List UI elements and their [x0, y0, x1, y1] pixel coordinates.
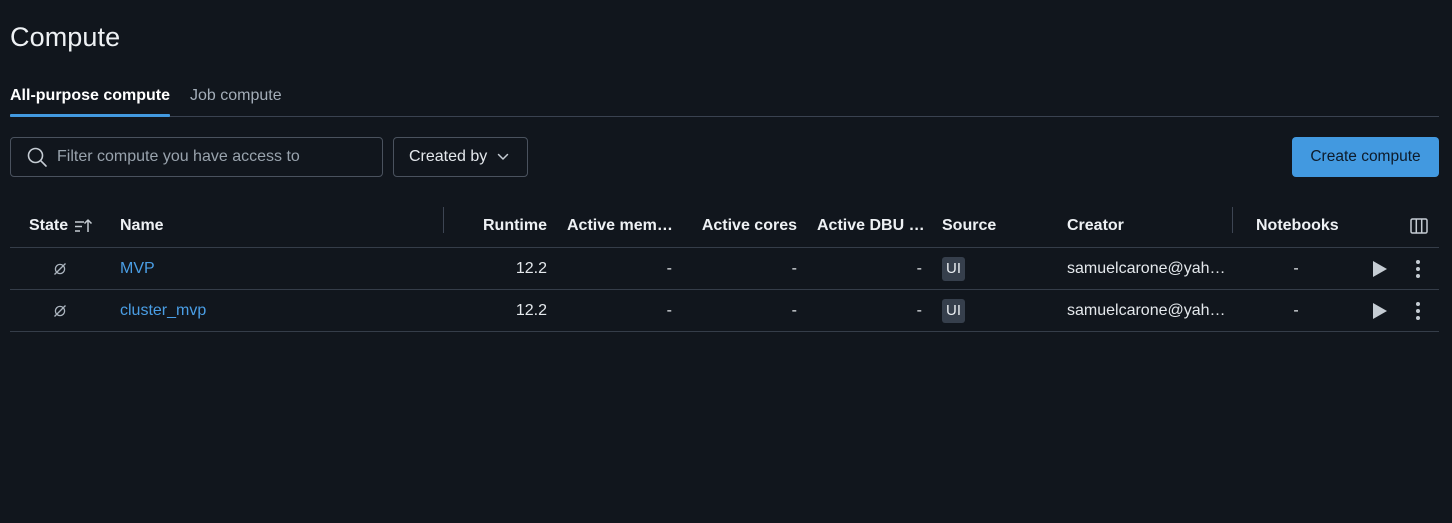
create-compute-button[interactable]: Create compute	[1292, 137, 1439, 177]
active-memory-value: -	[666, 259, 672, 277]
table-header: State Name Runtime Active mem… Active co…	[10, 203, 1439, 248]
active-dbu-value: -	[916, 301, 922, 319]
terminated-icon	[50, 290, 70, 331]
source-badge: UI	[942, 256, 965, 281]
terminated-icon	[50, 248, 70, 289]
search-box[interactable]	[10, 137, 383, 177]
column-settings-icon[interactable]	[1409, 203, 1429, 248]
compute-table: State Name Runtime Active mem… Active co…	[10, 203, 1439, 332]
created-by-filter[interactable]: Created by	[393, 137, 528, 177]
compute-tabs: All-purpose compute Job compute	[10, 84, 1439, 117]
tab-all-purpose-compute[interactable]: All-purpose compute	[10, 84, 171, 117]
column-resize-handle[interactable]	[1232, 207, 1233, 233]
tab-job-compute[interactable]: Job compute	[190, 84, 282, 116]
active-cores-value: -	[791, 301, 797, 319]
creator-value: samuelcarone@yah…	[1067, 259, 1226, 277]
search-icon	[27, 147, 47, 167]
column-active-dbu[interactable]: Active DBU …	[817, 203, 925, 248]
column-state-label: State	[29, 216, 69, 234]
table-row[interactable]: cluster_mvp 12.2 - - - UI samuelcarone@y…	[10, 290, 1439, 332]
active-memory-value: -	[666, 301, 672, 319]
column-runtime[interactable]: Runtime	[450, 203, 547, 248]
sort-ascending-icon[interactable]	[73, 218, 93, 234]
more-options-icon[interactable]	[1408, 290, 1428, 331]
page-title: Compute	[10, 22, 121, 52]
notebooks-value: -	[1293, 301, 1299, 319]
creator-value: samuelcarone@yah…	[1067, 301, 1226, 319]
table-row[interactable]: MVP 12.2 - - - UI samuelcarone@yah… -	[10, 248, 1439, 290]
active-dbu-value: -	[916, 259, 922, 277]
column-resize-handle[interactable]	[443, 207, 444, 233]
column-source[interactable]: Source	[942, 203, 996, 248]
runtime-value: 12.2	[515, 259, 547, 277]
play-icon[interactable]	[1370, 290, 1390, 331]
column-name[interactable]: Name	[120, 203, 164, 248]
created-by-label: Created by	[409, 148, 488, 165]
play-icon[interactable]	[1370, 248, 1390, 289]
column-state[interactable]: State	[29, 203, 93, 248]
active-cores-value: -	[791, 259, 797, 277]
search-input[interactable]	[57, 148, 357, 166]
column-notebooks[interactable]: Notebooks	[1256, 203, 1339, 248]
compute-page: Compute All-purpose compute Job compute …	[0, 0, 1452, 523]
source-cell: UI	[942, 290, 965, 331]
source-badge: UI	[942, 298, 965, 323]
column-active-cores[interactable]: Active cores	[690, 203, 797, 248]
column-creator[interactable]: Creator	[1067, 203, 1124, 248]
more-options-icon[interactable]	[1408, 248, 1428, 289]
compute-name-link[interactable]: MVP	[120, 248, 155, 289]
chevron-down-icon	[498, 153, 509, 160]
compute-name-link[interactable]: cluster_mvp	[120, 290, 206, 331]
column-active-memory[interactable]: Active mem…	[567, 203, 673, 248]
runtime-value: 12.2	[515, 301, 547, 319]
notebooks-value: -	[1293, 259, 1299, 277]
source-cell: UI	[942, 248, 965, 289]
